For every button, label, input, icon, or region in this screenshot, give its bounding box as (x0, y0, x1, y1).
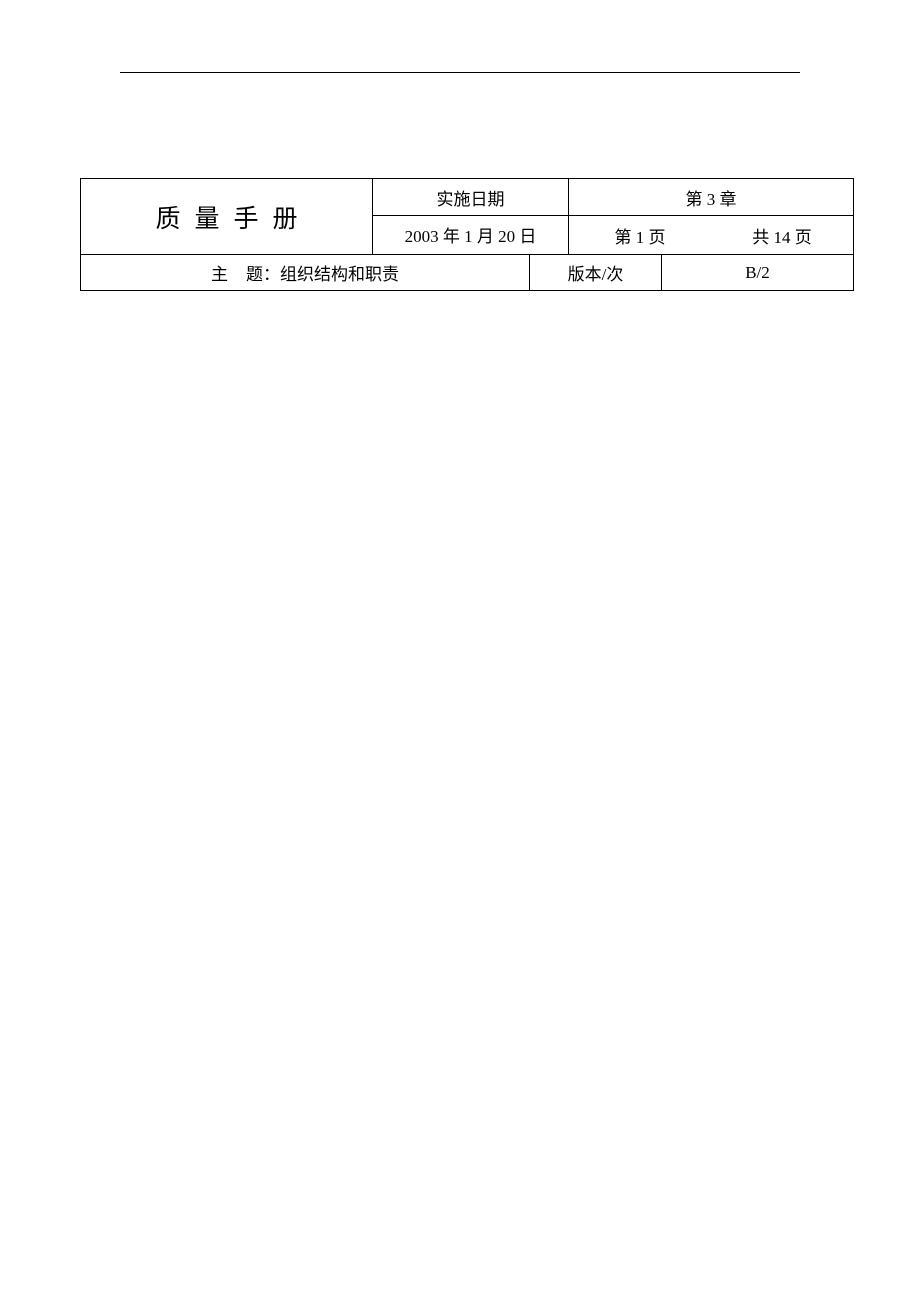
implement-date-value: 2003 年 1 月 20 日 (405, 222, 537, 247)
version-value: B/2 (745, 263, 770, 283)
subject-prefix: 主 (211, 265, 246, 284)
subject-text: 主题：组织结构和职责 (211, 260, 399, 285)
subject-label: 题：组织结构和职责 (246, 265, 399, 284)
subject-cell: 主题：组织结构和职责 (81, 255, 530, 290)
middle-column: 实施日期 2003 年 1 月 20 日 (373, 179, 569, 254)
document-title: 质量手册 (155, 199, 311, 235)
right-column: 第 3 章 第 1 页 共 14 页 (569, 179, 853, 254)
implement-date-value-cell: 2003 年 1 月 20 日 (373, 216, 568, 253)
chapter-label: 第 3 章 (686, 185, 737, 210)
page-current-cell: 第 1 页 (569, 216, 711, 254)
table-row-2: 主题：组织结构和职责 版本/次 B/2 (81, 254, 853, 290)
implement-date-label-cell: 实施日期 (373, 179, 568, 216)
version-label-cell: 版本/次 (530, 255, 662, 290)
implement-date-label: 实施日期 (437, 185, 505, 210)
page-current: 第 1 页 (615, 223, 666, 248)
header-rule-line (120, 72, 800, 73)
table-row-1: 质量手册 实施日期 2003 年 1 月 20 日 第 3 章 第 1 页 共 … (81, 179, 853, 254)
page-total: 共 14 页 (752, 223, 812, 248)
chapter-cell: 第 3 章 (569, 179, 853, 216)
document-title-cell: 质量手册 (81, 179, 373, 254)
page-row: 第 1 页 共 14 页 (569, 216, 853, 254)
version-value-cell: B/2 (662, 255, 853, 290)
page-total-cell: 共 14 页 (711, 216, 853, 254)
document-header-table: 质量手册 实施日期 2003 年 1 月 20 日 第 3 章 第 1 页 共 … (80, 178, 854, 291)
version-label: 版本/次 (568, 260, 624, 285)
